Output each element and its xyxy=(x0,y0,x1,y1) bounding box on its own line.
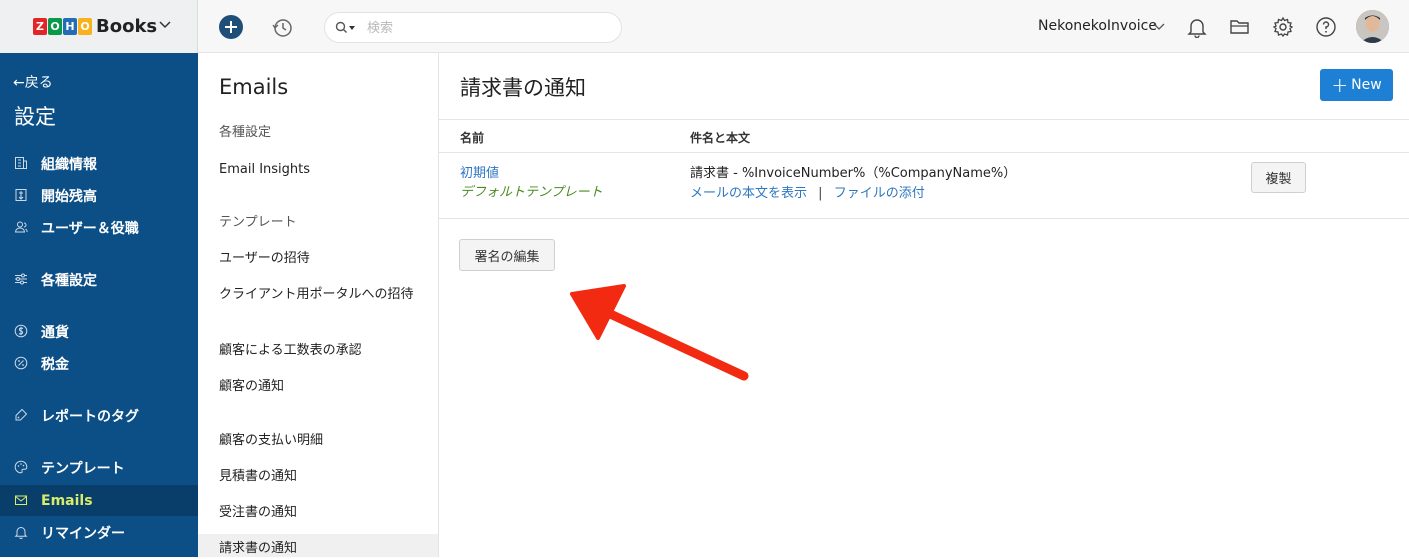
sidebar-item-label: レポートのタグ xyxy=(41,408,139,425)
sidebar-item-label: テンプレート xyxy=(41,460,125,477)
logo-letter: O xyxy=(78,18,92,35)
plus-icon: + xyxy=(1331,73,1349,97)
template-name-link[interactable]: 初期値 xyxy=(460,162,499,181)
bell-icon[interactable] xyxy=(1186,16,1208,38)
sidebar-item-label: 税金 xyxy=(41,356,69,373)
brand-switcher[interactable]: Z O H O Books xyxy=(0,0,198,53)
history-icon[interactable] xyxy=(272,17,294,39)
sidebar-item-label: リマインダー xyxy=(41,525,125,542)
edit-signature-button[interactable]: 署名の編集 xyxy=(459,239,555,271)
chevron-down-icon xyxy=(159,21,171,29)
sidebar-item-taxes[interactable]: 税金 xyxy=(0,348,198,379)
column-header-subject-body: 件名と本文 xyxy=(690,131,751,145)
sidebar-item-reminders[interactable]: リマインダー xyxy=(0,517,198,548)
sidebar-item-organization[interactable]: 組織情報 xyxy=(0,148,198,179)
chevron-down-icon[interactable] xyxy=(1152,19,1166,33)
subnav-item-user-invitation[interactable]: ユーザーの招待 xyxy=(219,249,424,269)
search-input[interactable] xyxy=(367,18,607,38)
sidebar-item-label: 通貨 xyxy=(41,324,69,341)
gear-icon[interactable] xyxy=(1272,16,1294,38)
new-template-button[interactable]: + New xyxy=(1320,69,1393,101)
top-bar: Z O H O Books NekonekoInvoice xyxy=(0,0,1409,53)
balance-icon xyxy=(15,189,27,201)
sidebar-item-currencies[interactable]: 通貨 xyxy=(0,316,198,347)
sidebar-item-label: ユーザー＆役職 xyxy=(41,220,139,237)
sliders-icon xyxy=(15,273,27,285)
clone-button[interactable]: 複製 xyxy=(1251,162,1306,193)
folder-icon[interactable] xyxy=(1229,16,1251,38)
subnav-item-timesheet-approval[interactable]: 顧客による工数表の承認 xyxy=(219,341,424,361)
back-link[interactable]: ←戻る xyxy=(13,72,53,92)
sidebar-item-label: Emails xyxy=(41,492,93,509)
settings-sidebar: ←戻る 設定 組織情報 開始残高 ユーザー＆役職 各種設定 通貨 税金 レポート… xyxy=(0,53,198,557)
zoho-books-logo: Z O H O Books xyxy=(33,16,157,37)
subnav-item-email-insights[interactable]: Email Insights xyxy=(219,160,424,180)
subnav-item-preferences[interactable]: 各種設定 xyxy=(219,123,424,143)
users-icon xyxy=(14,221,28,233)
attach-files-link[interactable]: ファイルの添付 xyxy=(834,186,925,201)
subnav-item-customer-notification[interactable]: 顧客の通知 xyxy=(219,377,424,397)
view-email-body-link[interactable]: メールの本文を表示 xyxy=(690,186,807,201)
sidebar-item-users-roles[interactable]: ユーザー＆役職 xyxy=(0,212,198,243)
search-icon[interactable] xyxy=(335,21,357,35)
logo-letter: H xyxy=(63,18,77,35)
subnav-item-portal-invitation[interactable]: クライアント用ポータルへの招待 xyxy=(219,285,424,305)
subnav-item-payment-receipt[interactable]: 顧客の支払い明細 xyxy=(219,431,424,451)
sidebar-item-templates[interactable]: テンプレート xyxy=(0,452,198,483)
subnav-item-invoice-notification[interactable]: 請求書の通知 xyxy=(198,534,438,557)
mail-icon xyxy=(15,495,27,505)
percent-icon xyxy=(14,356,28,370)
product-name: Books xyxy=(96,16,158,37)
link-separator: | xyxy=(818,186,823,201)
subnav-item-salesorder-notification[interactable]: 受注書の通知 xyxy=(219,503,424,523)
sidebar-item-label: 各種設定 xyxy=(41,272,97,289)
sidebar-item-label: 開始残高 xyxy=(41,188,97,205)
sidebar-item-preferences[interactable]: 各種設定 xyxy=(0,264,198,295)
page-title: 請求書の通知 xyxy=(460,76,586,100)
logo-letter: O xyxy=(48,18,62,35)
search-box[interactable] xyxy=(324,12,622,43)
email-subject: 請求書 - %InvoiceNumber%（%CompanyName%） xyxy=(690,166,1017,181)
currency-icon xyxy=(14,324,28,338)
building-icon xyxy=(15,157,27,169)
sidebar-item-reporting-tags[interactable]: レポートのタグ xyxy=(0,400,198,431)
default-template-label: デフォルトテンプレート xyxy=(460,185,603,200)
palette-icon xyxy=(14,460,28,474)
sidebar-item-opening-balance[interactable]: 開始残高 xyxy=(0,180,198,211)
sidebar-item-label: 組織情報 xyxy=(41,156,97,173)
subnav-section-templates: テンプレート xyxy=(219,215,297,230)
bell-icon xyxy=(14,527,28,539)
subnav-item-estimate-notification[interactable]: 見積書の通知 xyxy=(219,467,424,487)
annotation-arrow-icon xyxy=(570,284,749,381)
logo-letter: Z xyxy=(33,18,47,35)
column-header-name: 名前 xyxy=(460,131,485,145)
quick-create-button[interactable] xyxy=(219,15,243,39)
avatar[interactable] xyxy=(1356,10,1389,43)
help-icon[interactable] xyxy=(1315,16,1337,38)
sidebar-item-emails[interactable]: Emails xyxy=(0,485,198,516)
subnav-title: Emails xyxy=(219,75,289,99)
emails-subnav: Emails 各種設定 Email Insights テンプレート ユーザーの招… xyxy=(198,53,439,557)
organization-name[interactable]: NekonekoInvoice xyxy=(1038,18,1157,34)
new-button-label: New xyxy=(1351,77,1382,93)
tag-icon xyxy=(15,408,28,421)
sidebar-title: 設定 xyxy=(14,105,56,129)
table-header: 名前 件名と本文 xyxy=(439,119,1409,153)
table-row: 初期値 デフォルトテンプレート 請求書 - %InvoiceNumber%（%C… xyxy=(439,153,1409,219)
